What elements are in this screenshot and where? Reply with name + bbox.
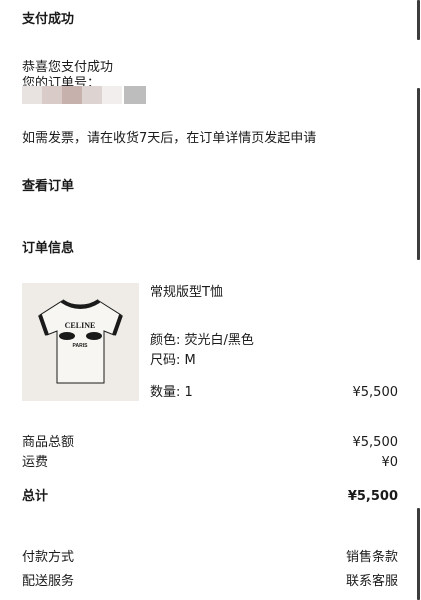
order-info-title: 订单信息 [22,241,75,256]
tshirt-print-sub: PARIS [73,343,89,349]
invoice-note: 如需发票，请在收货7天后，在订单详情页发起申请 [22,131,317,146]
delivery-service-link[interactable]: 配送服务 [22,573,74,590]
subtotal-label: 商品总额 [22,435,75,450]
payment-method-link[interactable]: 付款方式 [22,549,74,566]
subtotal-value: ¥5,500 [352,435,399,450]
tshirt-print-brand: CELINE [65,321,96,330]
scrollbar-thumb-middle[interactable] [417,88,420,260]
sales-terms-link[interactable]: 销售条款 [346,549,398,566]
scrollbar-thumb-bottom[interactable] [417,508,420,600]
page-title: 支付成功 [22,12,75,27]
product-color: 颜色: 荧光白/黑色 [150,333,254,348]
view-order-link[interactable]: 查看订单 [22,178,74,195]
shipping-label: 运费 [22,455,49,470]
product-name[interactable]: 常规版型T恤 [150,284,223,301]
scrollbar[interactable] [415,0,421,600]
product-price: ¥5,500 [352,385,399,400]
payment-success-message: 恭喜您支付成功 [22,60,114,75]
total-label: 总计 [22,489,49,504]
total-value: ¥5,500 [347,489,398,504]
scrollbar-thumb-top[interactable] [417,0,420,40]
shipping-value: ¥0 [381,455,398,470]
product-image[interactable]: CELINE PARIS [22,283,139,401]
contact-service-link[interactable]: 联系客服 [346,573,398,590]
tshirt-image-icon: CELINE PARIS [38,299,123,384]
product-quantity: 数量: 1 [150,385,193,400]
product-size: 尺码: M [150,353,196,368]
